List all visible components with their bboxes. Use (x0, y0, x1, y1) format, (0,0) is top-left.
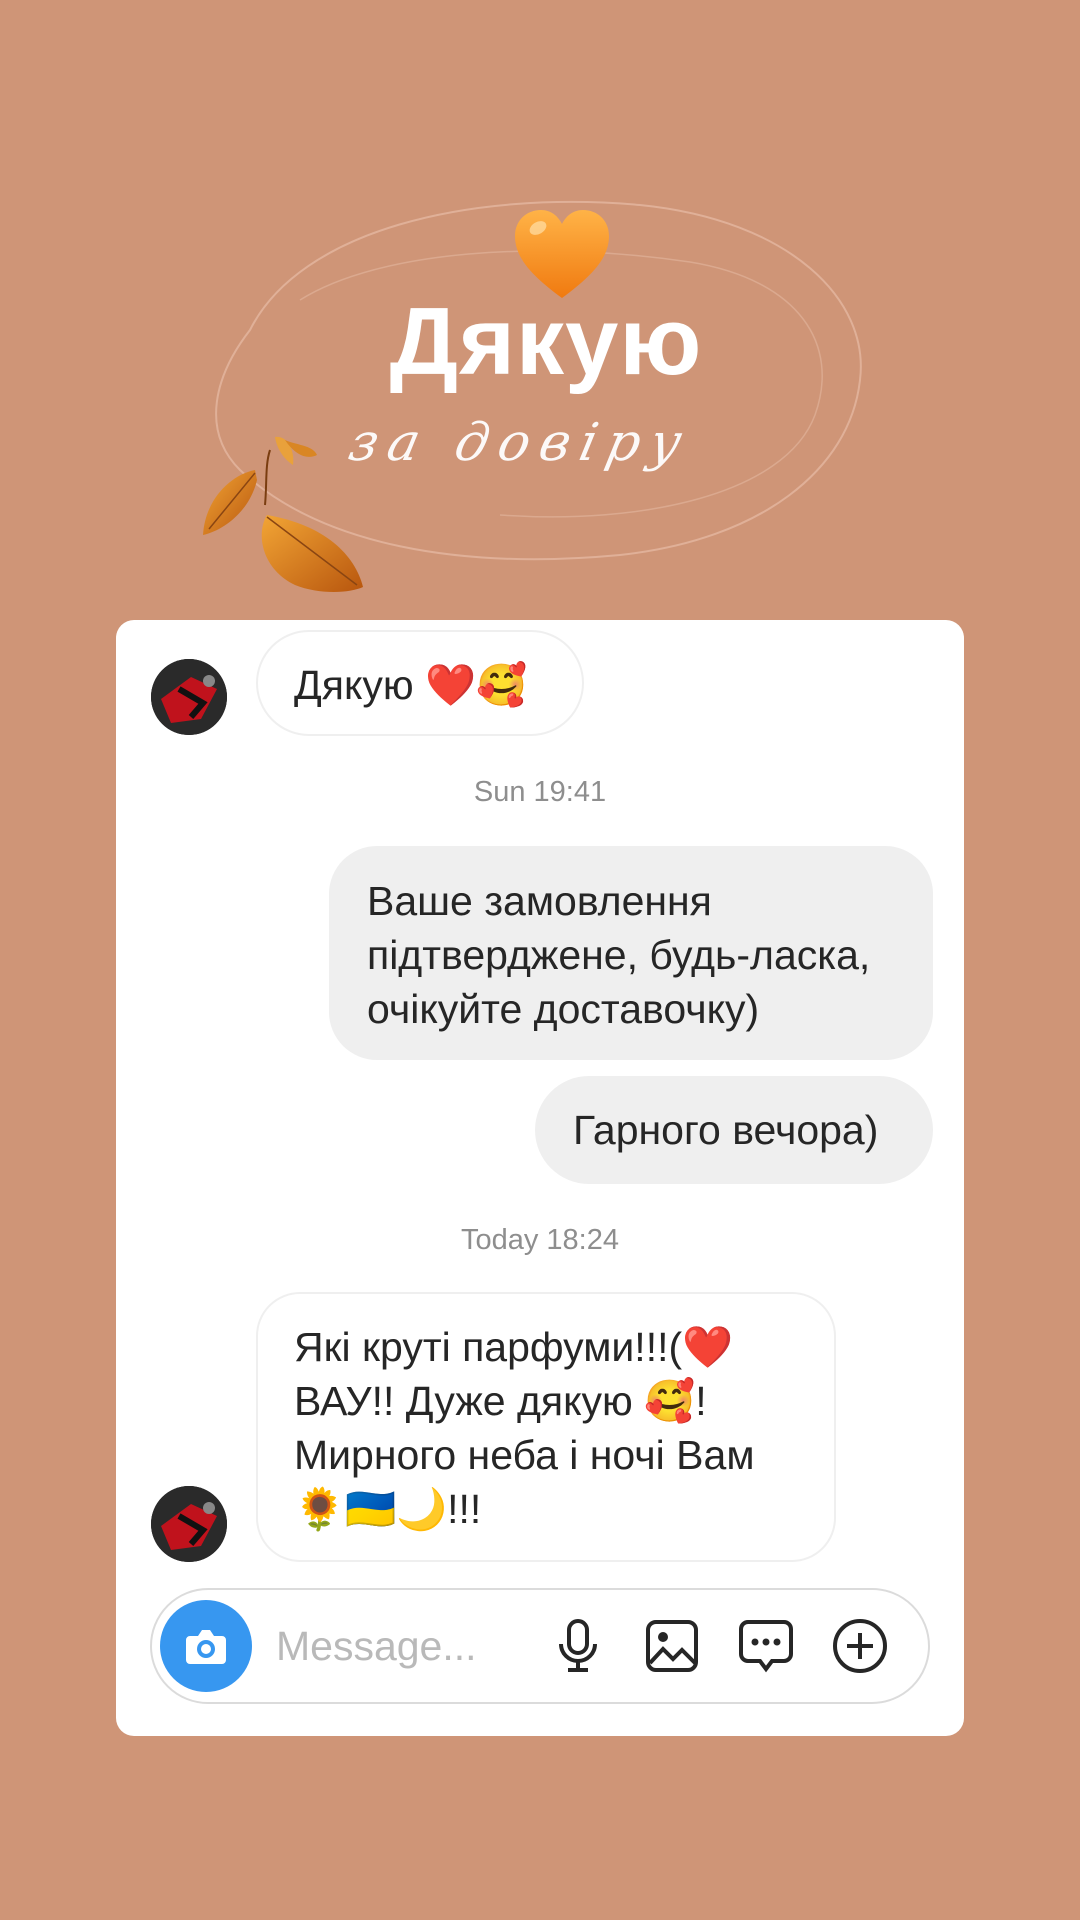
gallery-icon (646, 1620, 698, 1672)
camera-icon (186, 1630, 226, 1664)
chat-screenshot: Дякую ❤️🥰 Sun 19:41 Ваше замовлення підт… (116, 620, 964, 1736)
timestamp: Today 18:24 (460, 1224, 619, 1256)
more-button[interactable] (830, 1616, 890, 1676)
outgoing-message[interactable]: Гарного вечора) (535, 1076, 933, 1184)
sticker-button[interactable] (736, 1616, 796, 1676)
message-input[interactable] (276, 1590, 566, 1702)
incoming-message[interactable]: Які круті парфуми!!!(❤️ ВАУ!! Дуже дякую… (256, 1292, 836, 1562)
headline: Дякую (389, 288, 703, 395)
message-text: Гарного вечора) (573, 1107, 879, 1153)
plus-icon (833, 1619, 887, 1673)
incoming-message[interactable]: Дякую ❤️🥰 (256, 630, 584, 736)
outgoing-message[interactable]: Ваше замовлення підтверджене, будь-ласка… (329, 846, 933, 1060)
message-text: Які круті парфуми!!!(❤️ ВАУ!! Дуже дякую… (294, 1324, 755, 1532)
user-avatar[interactable] (151, 659, 227, 735)
subheadline: за довіру (343, 413, 697, 473)
timestamp: Sun 19:41 (473, 776, 607, 808)
camera-button[interactable] (160, 1600, 252, 1692)
autumn-leaves-icon (203, 436, 363, 592)
microphone-icon (559, 1619, 597, 1672)
message-composer (150, 1588, 930, 1704)
message-text: Дякую ❤️🥰 (294, 662, 528, 708)
message-text: Ваше замовлення підтверджене, будь-ласка… (367, 878, 871, 1032)
gallery-button[interactable] (642, 1616, 702, 1676)
sticker-icon (739, 1620, 793, 1673)
user-avatar[interactable] (151, 1486, 227, 1562)
microphone-button[interactable] (548, 1616, 608, 1676)
